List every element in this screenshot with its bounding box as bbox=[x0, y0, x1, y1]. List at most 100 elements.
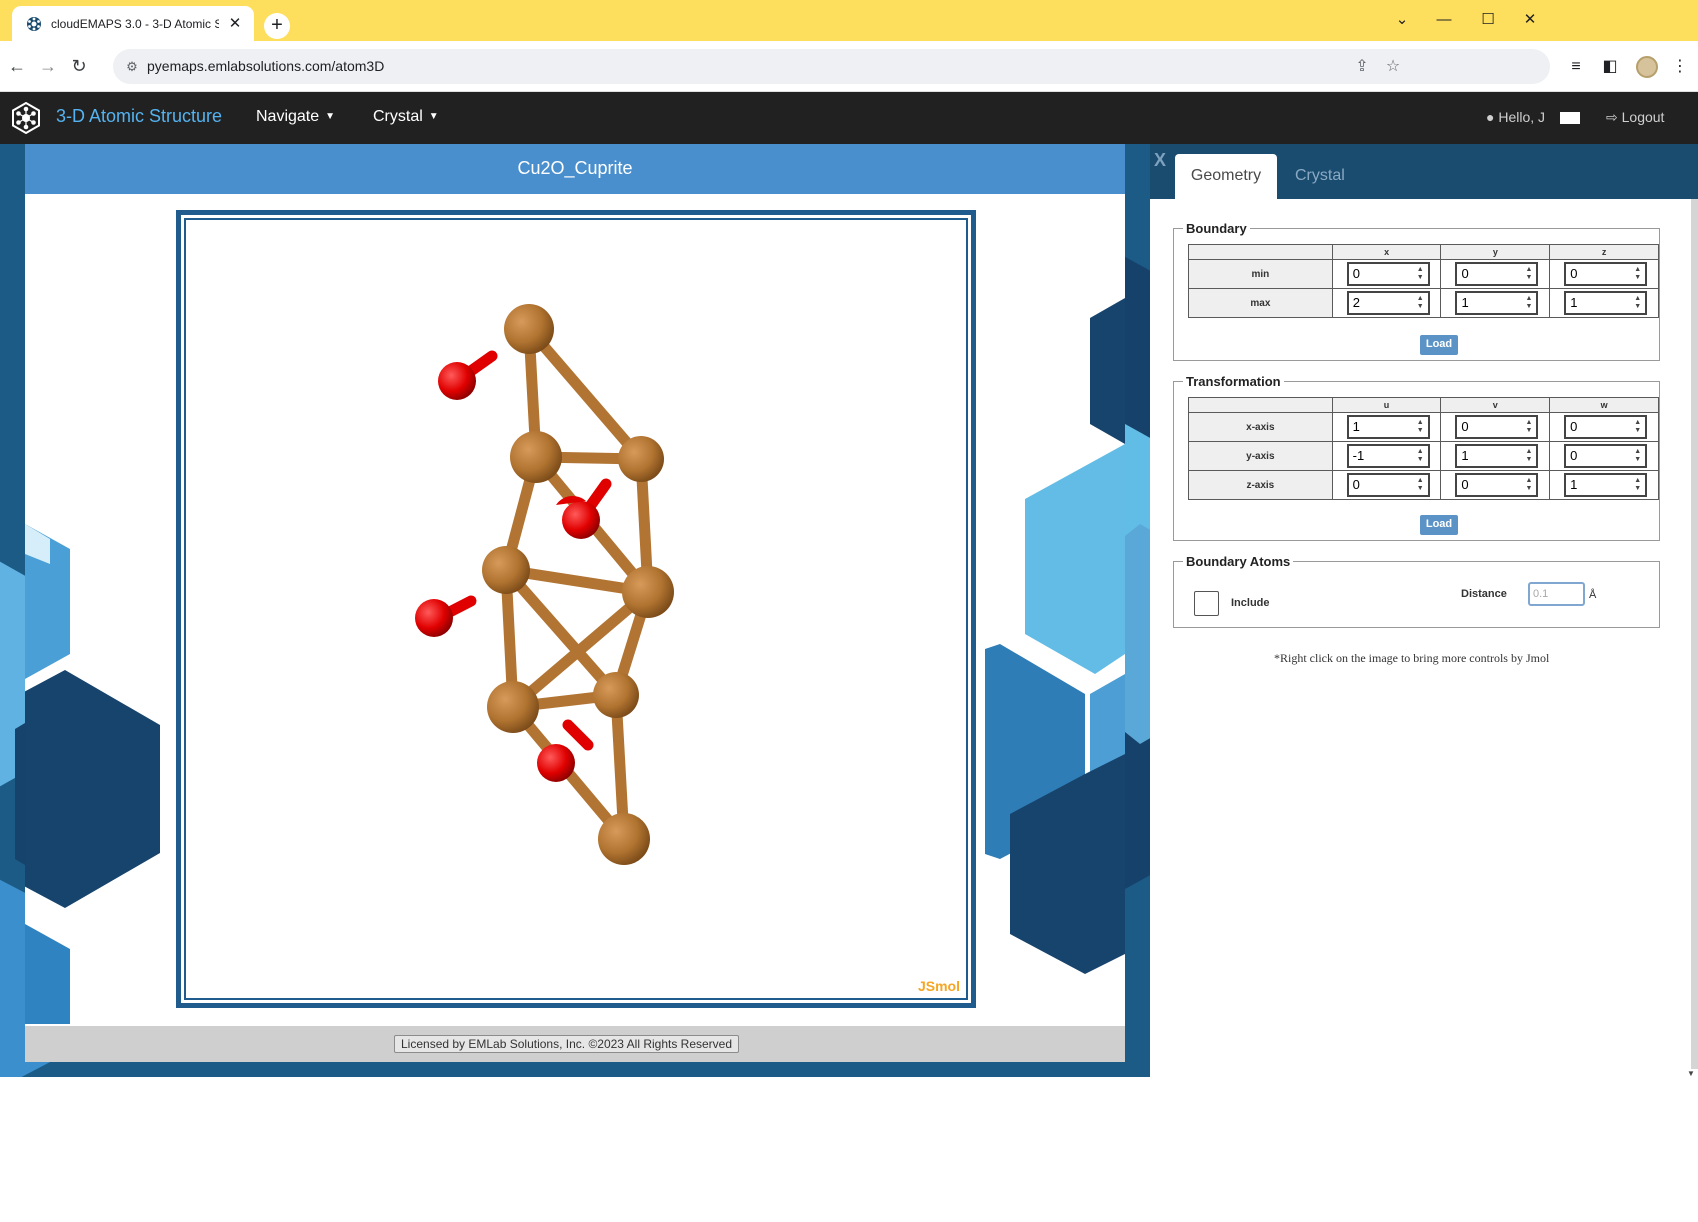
z-axis-v-value[interactable]: 0 bbox=[1461, 477, 1468, 492]
oxygen-atom[interactable] bbox=[562, 501, 600, 539]
scroll-down-arrow-icon[interactable]: ▼ bbox=[1687, 1069, 1695, 1078]
spinner-arrows-icon[interactable]: ▲ ▼ bbox=[1525, 448, 1532, 464]
spinner-arrows-icon[interactable]: ▲ ▼ bbox=[1417, 448, 1424, 464]
x-axis-u-value[interactable]: 1 bbox=[1353, 419, 1360, 434]
x-axis-w-spinner[interactable]: 0 ▲ ▼ bbox=[1564, 415, 1648, 439]
jsmol-watermark[interactable]: JSmol bbox=[918, 978, 960, 994]
back-icon[interactable]: ← bbox=[4, 53, 30, 79]
spinner-arrows-icon[interactable]: ▲ ▼ bbox=[1525, 477, 1532, 493]
max-y-value[interactable]: 1 bbox=[1461, 295, 1468, 310]
boundary-load-button[interactable]: Load bbox=[1420, 335, 1458, 355]
tab-search-icon[interactable]: ⌄ bbox=[1390, 8, 1414, 32]
app-logo-icon[interactable] bbox=[10, 102, 42, 134]
spinner-arrows-icon[interactable]: ▲ ▼ bbox=[1526, 266, 1533, 282]
spinner-arrows-icon[interactable]: ▲ ▼ bbox=[1634, 295, 1641, 311]
x-axis-v-spinner[interactable]: 0 ▲ ▼ bbox=[1455, 415, 1539, 439]
molecule-3d-render[interactable] bbox=[186, 220, 964, 996]
copper-atom[interactable] bbox=[593, 672, 639, 718]
url-text[interactable]: pyemaps.emlabsolutions.com/atom3D bbox=[147, 58, 384, 74]
y-axis-v-value[interactable]: 1 bbox=[1461, 448, 1468, 463]
max-x-value[interactable]: 2 bbox=[1353, 295, 1360, 310]
address-bar[interactable]: ⚙ pyemaps.emlabsolutions.com/atom3D ⇪ ☆ bbox=[113, 49, 1550, 84]
browser-menu-icon[interactable]: ⋮ bbox=[1668, 55, 1692, 79]
media-control-icon[interactable]: ≡ bbox=[1564, 55, 1588, 79]
spinner-arrows-icon[interactable]: ▲ ▼ bbox=[1417, 266, 1424, 282]
z-axis-u-value[interactable]: 0 bbox=[1353, 477, 1360, 492]
x-axis-w-value[interactable]: 0 bbox=[1570, 419, 1577, 434]
crystal-menu[interactable]: Crystal ▼ bbox=[373, 108, 439, 126]
browser-tab[interactable]: cloudEMAPS 3.0 - 3-D Atomic S ✕ bbox=[12, 6, 254, 41]
reload-icon[interactable]: ↻ bbox=[66, 53, 92, 79]
panel-scrollbar[interactable] bbox=[1691, 199, 1698, 1069]
z-axis-v-spinner[interactable]: 0 ▲ ▼ bbox=[1455, 473, 1539, 497]
y-axis-w-value[interactable]: 0 bbox=[1570, 448, 1577, 463]
distance-input[interactable]: 0.1 bbox=[1528, 582, 1585, 606]
bookmark-star-icon[interactable]: ☆ bbox=[1383, 57, 1403, 77]
z-axis-w-value[interactable]: 1 bbox=[1570, 477, 1577, 492]
oxygen-atom[interactable] bbox=[438, 362, 476, 400]
y-axis-w-spinner[interactable]: 0 ▲ ▼ bbox=[1564, 444, 1648, 468]
share-icon[interactable]: ⇪ bbox=[1352, 57, 1372, 77]
copper-atom[interactable] bbox=[510, 431, 562, 483]
spinner-arrows-icon[interactable]: ▲ ▼ bbox=[1417, 477, 1424, 493]
row-label-z-axis: z-axis bbox=[1188, 470, 1333, 500]
max-z-value[interactable]: 1 bbox=[1570, 295, 1577, 310]
copper-atom[interactable] bbox=[622, 566, 674, 618]
license-footer: Licensed by EMLab Solutions, Inc. ©2023 … bbox=[25, 1026, 1125, 1062]
min-z-value[interactable]: 0 bbox=[1570, 266, 1577, 281]
spinner-arrows-icon[interactable]: ▲ ▼ bbox=[1526, 295, 1533, 311]
side-panel-icon[interactable]: ◧ bbox=[1598, 55, 1622, 79]
minimize-icon[interactable]: — bbox=[1432, 8, 1456, 32]
username-redaction bbox=[1560, 112, 1580, 124]
copper-atom[interactable] bbox=[504, 304, 554, 354]
oxygen-atom[interactable] bbox=[537, 744, 575, 782]
spinner-arrows-icon[interactable]: ▲ ▼ bbox=[1525, 419, 1532, 435]
copper-atom[interactable] bbox=[618, 436, 664, 482]
navigate-menu[interactable]: Navigate ▼ bbox=[256, 108, 335, 126]
close-panel-button[interactable]: X bbox=[1154, 150, 1166, 171]
y-axis-u-spinner[interactable]: -1 ▲ ▼ bbox=[1346, 444, 1430, 468]
copper-atom[interactable] bbox=[482, 546, 530, 594]
max-x-spinner[interactable]: 2 ▲ ▼ bbox=[1346, 291, 1430, 315]
app-title[interactable]: 3-D Atomic Structure bbox=[56, 106, 222, 127]
y-axis-u-value[interactable]: -1 bbox=[1353, 448, 1365, 463]
copper-atom[interactable] bbox=[598, 813, 650, 865]
distance-label: Distance bbox=[1461, 588, 1507, 600]
x-axis-u-spinner[interactable]: 1 ▲ ▼ bbox=[1346, 415, 1430, 439]
spinner-arrows-icon[interactable]: ▲ ▼ bbox=[1634, 448, 1641, 464]
spinner-arrows-icon[interactable]: ▲ ▼ bbox=[1417, 295, 1424, 311]
x-axis-v-value[interactable]: 0 bbox=[1461, 419, 1468, 434]
include-checkbox[interactable] bbox=[1194, 591, 1219, 616]
min-y-spinner[interactable]: 0 ▲ ▼ bbox=[1455, 262, 1539, 286]
new-tab-button[interactable]: + bbox=[264, 13, 290, 39]
z-axis-w-spinner[interactable]: 1 ▲ ▼ bbox=[1564, 473, 1648, 497]
y-axis-v-spinner[interactable]: 1 ▲ ▼ bbox=[1455, 444, 1539, 468]
site-info-icon[interactable]: ⚙ bbox=[123, 58, 141, 76]
window-close-icon[interactable]: ✕ bbox=[1518, 8, 1542, 32]
copper-atom[interactable] bbox=[487, 681, 539, 733]
transformation-load-button[interactable]: Load bbox=[1420, 515, 1458, 535]
min-x-spinner[interactable]: 0 ▲ ▼ bbox=[1346, 262, 1430, 286]
tab-close-icon[interactable]: ✕ bbox=[225, 14, 245, 34]
jsmol-canvas[interactable]: JSmol bbox=[184, 218, 968, 1000]
jsmol-canvas-frame[interactable]: JSmol bbox=[176, 210, 976, 1008]
browser-toolbar: ← → ↻ ⚙ pyemaps.emlabsolutions.com/atom3… bbox=[0, 41, 1698, 92]
forward-icon[interactable]: → bbox=[35, 53, 61, 79]
max-y-cell: 1 ▲ ▼ bbox=[1440, 288, 1551, 318]
min-x-value[interactable]: 0 bbox=[1353, 266, 1360, 281]
profile-avatar[interactable] bbox=[1636, 56, 1658, 78]
spinner-arrows-icon[interactable]: ▲ ▼ bbox=[1634, 419, 1641, 435]
maximize-icon[interactable]: ☐ bbox=[1476, 8, 1500, 32]
tab-crystal[interactable]: Crystal bbox=[1295, 154, 1345, 198]
max-z-spinner[interactable]: 1 ▲ ▼ bbox=[1564, 291, 1648, 315]
spinner-arrows-icon[interactable]: ▲ ▼ bbox=[1634, 266, 1641, 282]
oxygen-atom[interactable] bbox=[415, 599, 453, 637]
max-y-spinner[interactable]: 1 ▲ ▼ bbox=[1455, 291, 1539, 315]
tab-geometry[interactable]: Geometry bbox=[1175, 154, 1277, 199]
min-y-value[interactable]: 0 bbox=[1461, 266, 1468, 281]
min-z-spinner[interactable]: 0 ▲ ▼ bbox=[1564, 262, 1648, 286]
z-axis-u-spinner[interactable]: 0 ▲ ▼ bbox=[1346, 473, 1430, 497]
logout-link[interactable]: ⇨ Logout bbox=[1606, 109, 1664, 126]
spinner-arrows-icon[interactable]: ▲ ▼ bbox=[1417, 419, 1424, 435]
spinner-arrows-icon[interactable]: ▲ ▼ bbox=[1634, 477, 1641, 493]
